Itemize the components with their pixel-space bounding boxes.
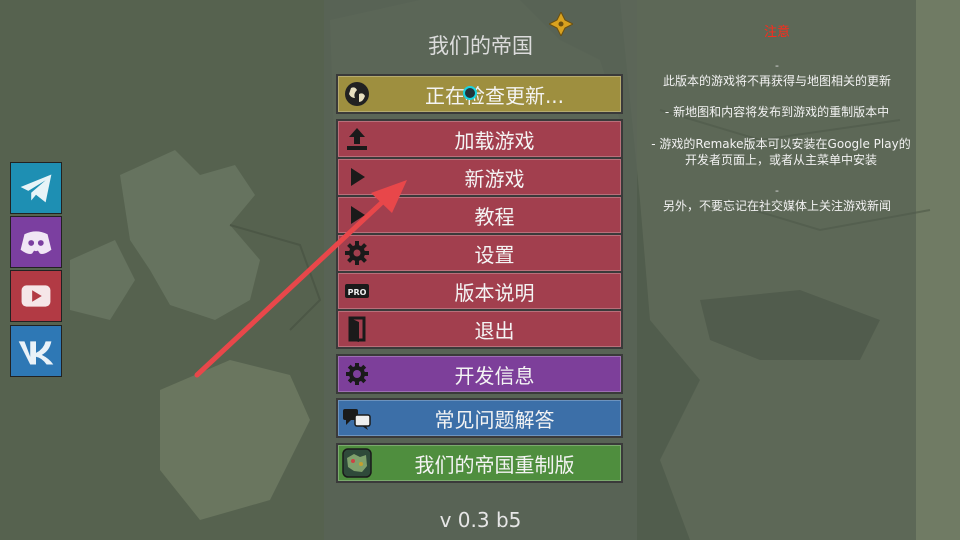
notice-paragraph-2: - 新地图和内容将发布到游戏的重制版本中 <box>664 105 890 119</box>
telegram-icon <box>11 163 61 213</box>
remake-label: 我们的帝国重制版 <box>414 452 575 477</box>
release-notes-label: 版本说明 <box>454 280 535 305</box>
globe-icon <box>342 79 372 109</box>
check-updates-button[interactable]: 正在检查更新... <box>336 74 623 114</box>
telegram-button[interactable] <box>10 162 62 214</box>
new-game-label: 新游戏 <box>464 166 525 191</box>
exit-label: 退出 <box>474 318 515 343</box>
play-icon <box>342 200 372 230</box>
check-updates-label: 正在检查更新... <box>424 83 565 108</box>
remake-button[interactable]: 我们的帝国重制版 <box>336 443 623 483</box>
play-icon <box>342 162 372 192</box>
load-game-label: 加载游戏 <box>454 128 535 153</box>
vk-button[interactable] <box>10 325 62 377</box>
youtube-button[interactable] <box>10 270 62 322</box>
notice-dash: - <box>775 59 779 72</box>
remake-map-icon <box>342 448 372 478</box>
notice-paragraph-4: 另外，不要忘记在社交媒体上关注游戏新闻 <box>662 199 891 213</box>
exit-button[interactable]: 退出 <box>336 309 623 349</box>
dev-info-label: 开发信息 <box>454 363 535 388</box>
version-label: v 0.3 b5 <box>439 508 522 532</box>
game-title: 我们的帝国 <box>428 34 533 58</box>
tutorial-label: 教程 <box>474 204 515 229</box>
upload-icon <box>342 124 372 154</box>
faq-button[interactable]: 常见问题解答 <box>336 398 623 438</box>
discord-icon <box>11 217 61 267</box>
youtube-icon <box>11 271 61 321</box>
notice-paragraph-1: 此版本的游戏将不再获得与地图相关的更新 <box>662 74 891 88</box>
dev-info-button[interactable]: 开发信息 <box>336 354 623 394</box>
loading-indicator <box>463 86 477 100</box>
svg-text:PRO: PRO <box>348 288 367 297</box>
new-game-button[interactable]: 新游戏 <box>336 157 623 197</box>
notice-dash: - <box>775 184 779 197</box>
release-notes-button[interactable]: PRO 版本说明 <box>336 271 623 311</box>
compass-icon <box>549 12 573 36</box>
settings-button[interactable]: 设置 <box>336 233 623 273</box>
chat-bubbles-icon <box>342 403 372 433</box>
discord-button[interactable] <box>10 216 62 268</box>
load-game-button[interactable]: 加载游戏 <box>336 119 623 159</box>
vk-icon <box>11 326 61 376</box>
faq-label: 常见问题解答 <box>434 407 555 432</box>
tutorial-button[interactable]: 教程 <box>336 195 623 235</box>
gear-icon <box>342 238 372 268</box>
notice-paragraph-3: - 游戏的Remake版本可以安装在Google Play的开发者页面上，或者从… <box>651 137 911 167</box>
exit-door-icon <box>342 314 372 344</box>
notice-title: 注意 <box>763 25 790 40</box>
pro-badge-icon: PRO <box>342 276 372 306</box>
gear-code-icon <box>342 359 372 389</box>
settings-label: 设置 <box>474 242 515 267</box>
